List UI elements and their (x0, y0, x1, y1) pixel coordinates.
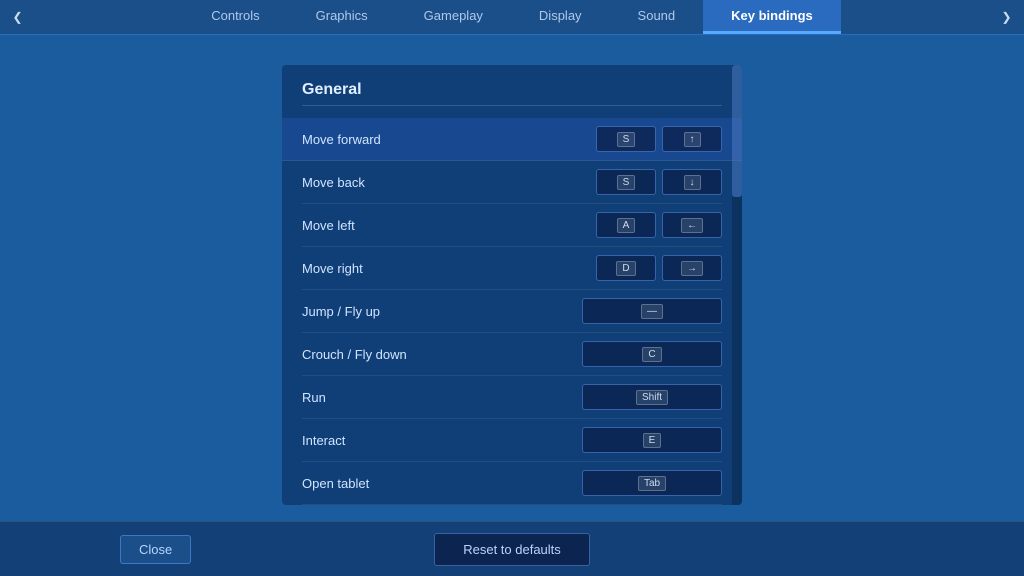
nav-tabs: ControlsGraphicsGameplayDisplaySoundKey … (35, 0, 989, 34)
keybind-label: Move left (302, 218, 596, 233)
keybind-row: Move leftA← (302, 204, 722, 247)
key-button-secondary[interactable]: → (662, 255, 722, 281)
key-button[interactable]: — (582, 298, 722, 324)
keybind-row: Move backS↓ (302, 161, 722, 204)
nav-tab-display[interactable]: Display (511, 0, 610, 34)
nav-right-icon[interactable]: ❯ (989, 0, 1024, 34)
keybind-keys: E (582, 427, 722, 453)
keybind-row: Move rightD→ (302, 247, 722, 290)
nav-left-icon[interactable]: ❮ (0, 0, 35, 34)
key-button-primary[interactable]: S (596, 169, 656, 195)
key-button[interactable]: C (582, 341, 722, 367)
keybind-row: RunShift (302, 376, 722, 419)
keybind-label: Interact (302, 433, 582, 448)
keybind-row: InteractE (302, 419, 722, 462)
keybindings-panel: General Move forwardS↑Move backS↓Move le… (282, 65, 742, 505)
keybind-keys: S↓ (596, 169, 722, 195)
keybind-keys: Shift (582, 384, 722, 410)
nav-tab-sound[interactable]: Sound (610, 0, 704, 34)
scrollbar-thumb (732, 65, 742, 197)
reset-button[interactable]: Reset to defaults (434, 533, 590, 566)
main-content: General Move forwardS↑Move backS↓Move le… (0, 35, 1024, 576)
nav-tab-controls[interactable]: Controls (183, 0, 287, 34)
keybind-row: Move forwardS↑ (282, 118, 742, 161)
keybind-keys: C (582, 341, 722, 367)
keybind-list: Move forwardS↑Move backS↓Move leftA←Move… (302, 118, 722, 505)
nav-tab-gameplay[interactable]: Gameplay (396, 0, 511, 34)
keybind-keys: S↑ (596, 126, 722, 152)
keybind-label: Open tablet (302, 476, 582, 491)
keybind-keys: — (582, 298, 722, 324)
key-button-secondary[interactable]: ↑ (662, 126, 722, 152)
key-button[interactable]: Shift (582, 384, 722, 410)
keybind-keys: A← (596, 212, 722, 238)
key-button-primary[interactable]: D (596, 255, 656, 281)
keybind-label: Move forward (302, 132, 596, 147)
key-button-secondary[interactable]: ↓ (662, 169, 722, 195)
keybind-label: Run (302, 390, 582, 405)
key-button-primary[interactable]: S (596, 126, 656, 152)
keybind-keys: Tab (582, 470, 722, 496)
bottom-bar: Close Reset to defaults (0, 521, 1024, 576)
keybind-row: Open tabletTab (302, 462, 722, 505)
scrollbar[interactable] (732, 65, 742, 505)
keybind-label: Crouch / Fly down (302, 347, 582, 362)
keybind-label: Jump / Fly up (302, 304, 582, 319)
keybind-label: Move right (302, 261, 596, 276)
panel-title: General (302, 81, 722, 106)
nav-tab-graphics[interactable]: Graphics (288, 0, 396, 34)
keybind-keys: D→ (596, 255, 722, 281)
keybind-label: Move back (302, 175, 596, 190)
keybind-row: Jump / Fly up— (302, 290, 722, 333)
key-button-secondary[interactable]: ← (662, 212, 722, 238)
key-button-primary[interactable]: A (596, 212, 656, 238)
top-nav-bar: ❮ ControlsGraphicsGameplayDisplaySoundKe… (0, 0, 1024, 35)
nav-tab-key-bindings[interactable]: Key bindings (703, 0, 841, 34)
keybind-row: Crouch / Fly downC (302, 333, 722, 376)
close-button[interactable]: Close (120, 535, 191, 564)
key-button[interactable]: E (582, 427, 722, 453)
key-button[interactable]: Tab (582, 470, 722, 496)
